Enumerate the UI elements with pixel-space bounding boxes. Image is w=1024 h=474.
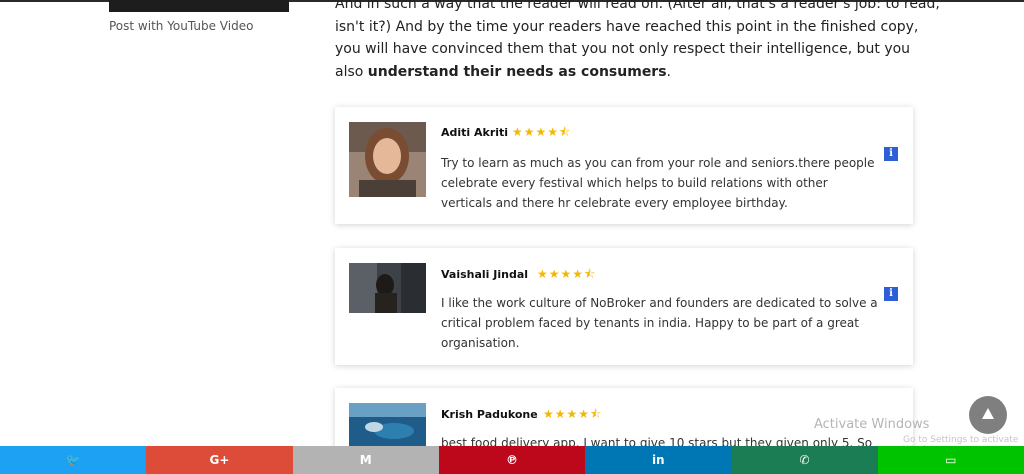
linkedin-share-button[interactable]: in (585, 446, 732, 474)
article-text: . (666, 64, 671, 80)
line-share-button[interactable]: ▭ (877, 446, 1024, 474)
whatsapp-icon: ✆ (799, 453, 810, 467)
activate-windows-title: Activate Windows (814, 417, 930, 432)
info-icon[interactable]: i (884, 287, 898, 301)
review-card: Vaishali Jindal ★★★★⯪ I like the work cu… (335, 248, 913, 365)
rating-stars: ★★★★⯪ (512, 125, 572, 139)
pinterest-share-button[interactable]: ℗ (438, 446, 586, 474)
share-bar: 🐦 G+ M ℗ in ✆ ▭ (0, 446, 1024, 474)
review-card: Aditi Akriti ★★★★⯪ Try to learn as much … (335, 107, 913, 224)
google-plus-icon: G+ (209, 453, 230, 467)
email-icon: M (359, 453, 372, 467)
info-icon[interactable]: i (884, 147, 898, 161)
article-line: isn't it?) And by the time your readers … (335, 19, 919, 35)
pinterest-icon: ℗ (505, 453, 518, 467)
reviewer-name: Krish Padukone (441, 408, 538, 421)
article-bold-text: understand their needs as consumers (367, 64, 667, 80)
whatsapp-share-button[interactable]: ✆ (731, 446, 878, 474)
article-line: also understand their needs as consumers… (335, 61, 671, 83)
article-line: And in such a way that the reader will r… (335, 0, 940, 12)
email-share-button[interactable]: M (292, 446, 439, 474)
sidebar-caption[interactable]: Post with YouTube Video (109, 19, 253, 33)
rating-stars: ★★★★⯪ (543, 407, 603, 421)
reviewer-avatar (349, 403, 426, 446)
article-line: you will have convinced them that you no… (335, 41, 911, 57)
line-icon: ▭ (945, 453, 957, 467)
article-text: also (335, 64, 368, 80)
twitter-share-button[interactable]: 🐦 (0, 446, 147, 474)
google-plus-share-button[interactable]: G+ (146, 446, 293, 474)
twitter-icon: 🐦 (65, 453, 81, 467)
arrow-up-icon (982, 408, 994, 419)
rating-stars: ★★★★⯪ (537, 267, 597, 281)
scroll-to-top-button[interactable] (969, 396, 1007, 434)
review-text: best food delivery app. I want to give 1… (441, 436, 873, 447)
reviewer-name: Vaishali Jindal (441, 268, 529, 281)
linkedin-icon: in (651, 453, 665, 467)
reviewer-name: Aditi Akriti (441, 126, 509, 139)
review-text: I like the work culture of NoBroker and … (441, 296, 878, 350)
reviewer-avatar (349, 122, 426, 197)
video-thumbnail[interactable] (109, 0, 289, 12)
reviewer-avatar (349, 263, 426, 313)
review-text: Try to learn as much as you can from you… (441, 156, 875, 210)
